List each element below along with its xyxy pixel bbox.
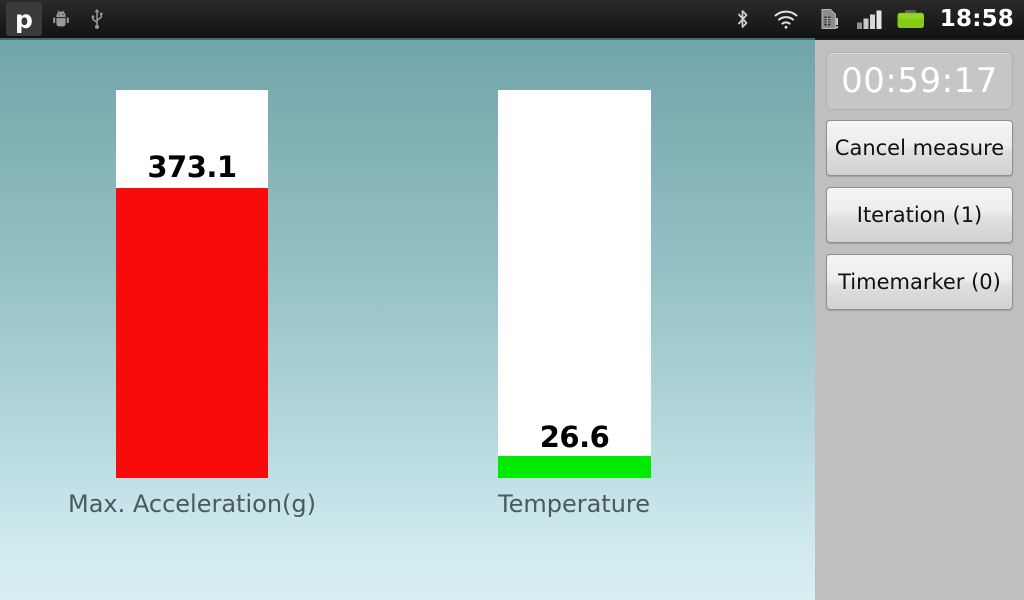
battery-icon bbox=[894, 2, 928, 36]
status-bar: p 18:58 bbox=[0, 0, 1024, 38]
status-bar-left-icons: p bbox=[0, 0, 114, 38]
cellular-signal-icon bbox=[855, 2, 885, 36]
control-side-panel: 00:59:17 Cancel measure Iteration (1) Ti… bbox=[815, 38, 1024, 600]
iteration-button[interactable]: Iteration (1) bbox=[826, 187, 1013, 243]
bar-label-acceleration: Max. Acceleration(g) bbox=[68, 490, 316, 518]
sensor-chart-panel: 373.1 Max. Acceleration(g) 26.6 Temperat… bbox=[0, 38, 815, 600]
status-bar-right-icons: 18:58 bbox=[726, 0, 1014, 38]
bar-track-acceleration bbox=[116, 90, 268, 478]
wifi-icon bbox=[769, 2, 803, 36]
elapsed-timer-display: 00:59:17 bbox=[826, 52, 1013, 110]
status-bar-clock: 18:58 bbox=[939, 6, 1014, 32]
app-p-icon: p bbox=[6, 2, 42, 36]
cancel-measure-button[interactable]: Cancel measure bbox=[826, 120, 1013, 176]
bluetooth-icon bbox=[726, 2, 760, 36]
android-debug-icon bbox=[44, 2, 78, 36]
bar-fill-acceleration bbox=[116, 188, 268, 478]
timemarker-button[interactable]: Timemarker (0) bbox=[826, 254, 1013, 310]
usb-icon bbox=[80, 2, 114, 36]
device-screen: p 18:58 373.1 Max. Acceleration(g) 26.6 … bbox=[0, 0, 1024, 600]
bar-value-acceleration: 373.1 bbox=[147, 150, 237, 184]
bar-value-temperature: 26.6 bbox=[539, 420, 610, 454]
sim-card-alert-icon bbox=[812, 2, 846, 36]
bar-fill-temperature bbox=[498, 456, 651, 478]
bar-label-temperature: Temperature bbox=[497, 490, 651, 518]
